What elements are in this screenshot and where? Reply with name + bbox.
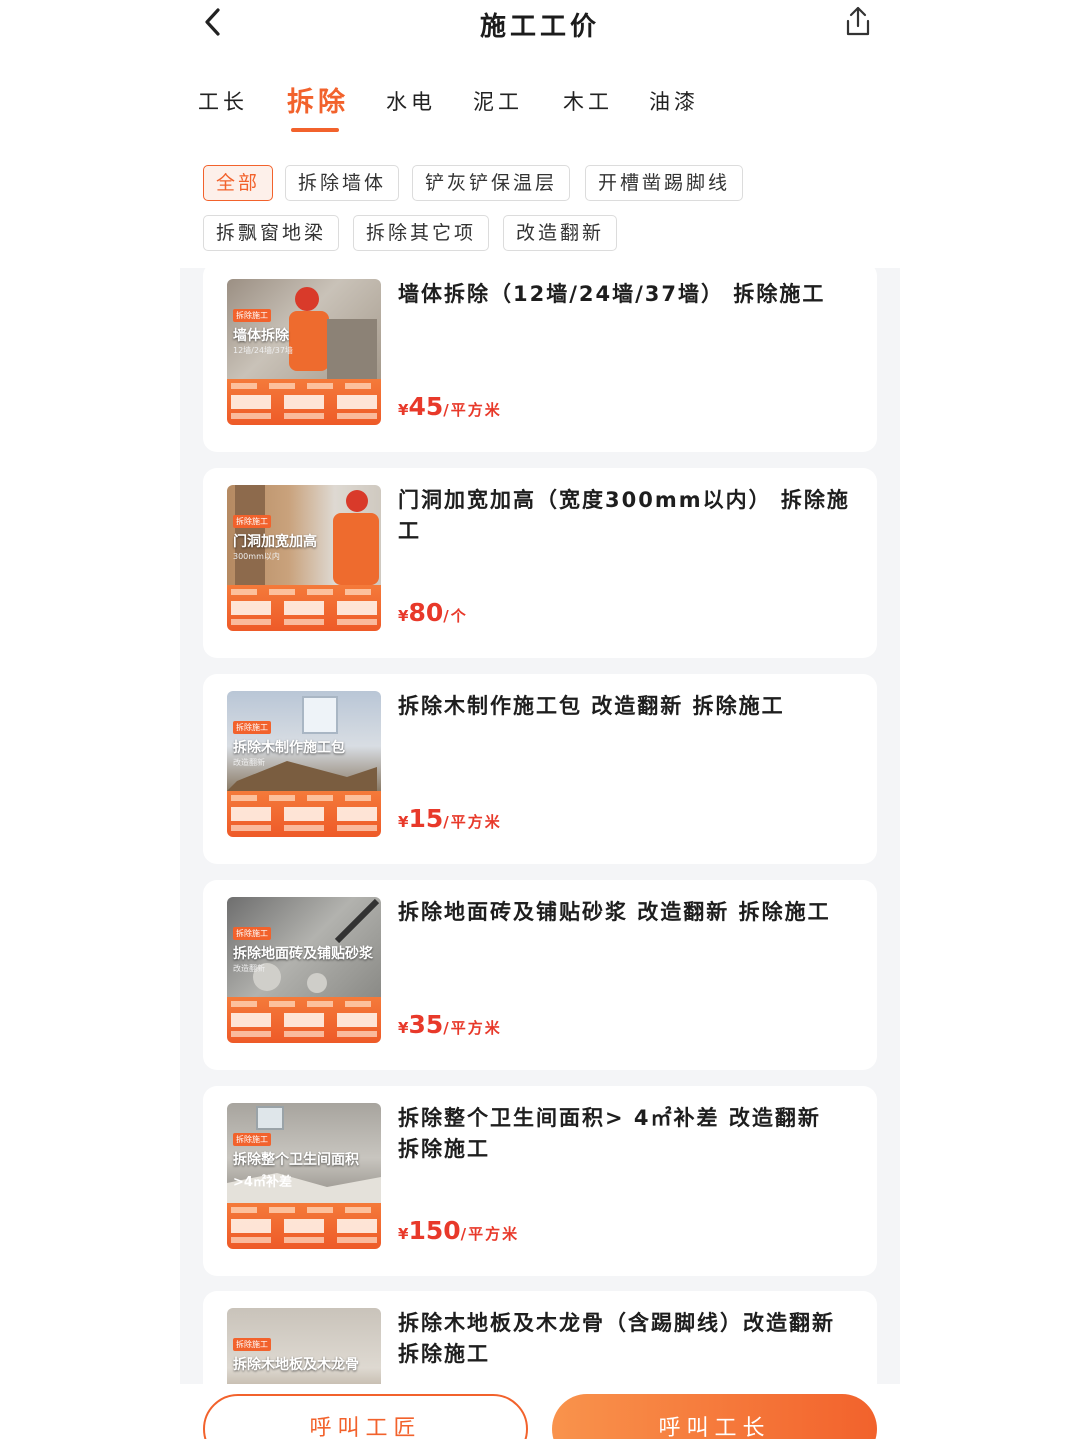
- call-foreman-button[interactable]: 呼叫工长: [552, 1394, 877, 1439]
- thumb-subtitle: 300mm以内: [233, 552, 280, 561]
- thumb-subtitle: 改造翻新: [233, 964, 265, 973]
- filter-chip-grooving[interactable]: 开槽凿踢脚线: [585, 165, 744, 201]
- thumb-tag: 拆除施工: [233, 1133, 271, 1146]
- top-nav-bar: 施工工价: [0, 0, 1080, 50]
- thumb-banner: [227, 997, 381, 1043]
- thumb-banner: [227, 1203, 381, 1249]
- item-price: ¥80/个: [398, 598, 468, 627]
- item-thumbnail: 拆除施工 拆除木地板及木龙骨: [227, 1308, 381, 1384]
- tab-carpentry[interactable]: 木工: [563, 86, 613, 116]
- list-item[interactable]: 拆除施工 拆除地面砖及铺贴砂浆 改造翻新 拆除地面砖及铺贴砂浆 改造翻新 拆除施…: [203, 880, 877, 1070]
- list-item[interactable]: 拆除施工 拆除整个卫生间面积 >4㎡补差 拆除整个卫生间面积> 4㎡补差 改造翻…: [203, 1086, 877, 1276]
- thumb-title: 拆除整个卫生间面积: [233, 1152, 359, 1168]
- thumb-tag: 拆除施工: [233, 927, 271, 940]
- tab-painting[interactable]: 油漆: [649, 86, 699, 116]
- item-title: 拆除木制作施工包 改造翻新 拆除施工: [398, 694, 785, 718]
- item-thumbnail: 拆除施工 拆除整个卫生间面积 >4㎡补差: [227, 1103, 381, 1249]
- thumb-banner: [227, 379, 381, 425]
- thumb-title: 拆除地面砖及铺贴砂浆: [233, 946, 373, 962]
- list-item[interactable]: 拆除施工 墙体拆除 12墙/24墙/37墙 墙体拆除（12墙/24墙/37墙） …: [203, 268, 877, 452]
- thumb-banner: [227, 791, 381, 837]
- item-title: 墙体拆除（12墙/24墙/37墙） 拆除施工: [398, 282, 826, 306]
- item-thumbnail: 拆除施工 墙体拆除 12墙/24墙/37墙: [227, 279, 381, 425]
- list-item[interactable]: 拆除施工 门洞加宽加高 300mm以内 门洞加宽加高（宽度300mm以内） 拆除…: [203, 468, 877, 658]
- item-thumbnail: 拆除施工 拆除地面砖及铺贴砂浆 改造翻新: [227, 897, 381, 1043]
- item-title: 拆除地面砖及铺贴砂浆 改造翻新 拆除施工: [398, 900, 831, 924]
- filter-chip-wall[interactable]: 拆除墙体: [285, 165, 400, 201]
- item-title: 拆除木地板及木龙骨（含踢脚线）改造翻新 拆除施工: [398, 1311, 835, 1366]
- item-price: ¥35/平方米: [398, 1010, 502, 1039]
- share-icon[interactable]: [840, 4, 876, 40]
- bottom-action-bar: 呼叫工匠 呼叫工长: [0, 1384, 1080, 1439]
- thumb-subtitle: >4㎡补差: [233, 1175, 292, 1190]
- thumb-title: 墙体拆除: [233, 328, 289, 344]
- thumb-tag: 拆除施工: [233, 515, 271, 528]
- item-title: 门洞加宽加高（宽度300mm以内） 拆除施工: [398, 488, 850, 543]
- list-item[interactable]: 拆除施工 拆除木制作施工包 改造翻新 拆除木制作施工包 改造翻新 拆除施工 ¥1…: [203, 674, 877, 864]
- item-title: 拆除整个卫生间面积> 4㎡补差 改造翻新 拆除施工: [398, 1106, 821, 1161]
- filter-chip-plaster[interactable]: 铲灰铲保温层: [412, 165, 571, 201]
- thumb-banner: [227, 585, 381, 631]
- item-price: ¥15/平方米: [398, 804, 502, 833]
- thumb-title: 拆除木地板及木龙骨: [233, 1357, 359, 1373]
- tab-masonry[interactable]: 泥工: [473, 86, 523, 116]
- active-tab-indicator: [291, 128, 339, 132]
- item-thumbnail: 拆除施工 拆除木制作施工包 改造翻新: [227, 691, 381, 837]
- filter-chip-bay-window[interactable]: 拆飘窗地梁: [203, 215, 340, 251]
- call-craftsman-button[interactable]: 呼叫工匠: [203, 1394, 528, 1439]
- filter-chip-renovation[interactable]: 改造翻新: [503, 215, 618, 251]
- item-thumbnail: 拆除施工 门洞加宽加高 300mm以内: [227, 485, 381, 631]
- thumb-title: 拆除木制作施工包: [233, 740, 345, 756]
- page-title: 施工工价: [479, 12, 600, 42]
- thumb-title: 门洞加宽加高: [233, 534, 317, 550]
- tab-demolition[interactable]: 拆除: [287, 80, 349, 119]
- thumb-tag: 拆除施工: [233, 1338, 271, 1351]
- list-item[interactable]: 拆除施工 拆除木地板及木龙骨 拆除木地板及木龙骨（含踢脚线）改造翻新 拆除施工: [203, 1291, 877, 1384]
- item-price: ¥45/平方米: [398, 392, 502, 421]
- item-price: ¥150/平方米: [398, 1216, 520, 1245]
- tab-plumbing-electrical[interactable]: 水电: [386, 86, 436, 116]
- thumb-subtitle: 改造翻新: [233, 758, 265, 767]
- price-list: 拆除施工 墙体拆除 12墙/24墙/37墙 墙体拆除（12墙/24墙/37墙） …: [180, 268, 900, 1384]
- tab-foreman[interactable]: 工长: [198, 86, 248, 116]
- thumb-subtitle: 12墙/24墙/37墙: [233, 346, 293, 355]
- thumb-tag: 拆除施工: [233, 309, 271, 322]
- filter-chip-all[interactable]: 全部: [203, 165, 274, 201]
- thumb-tag: 拆除施工: [233, 721, 271, 734]
- filter-chip-other[interactable]: 拆除其它项: [353, 215, 490, 251]
